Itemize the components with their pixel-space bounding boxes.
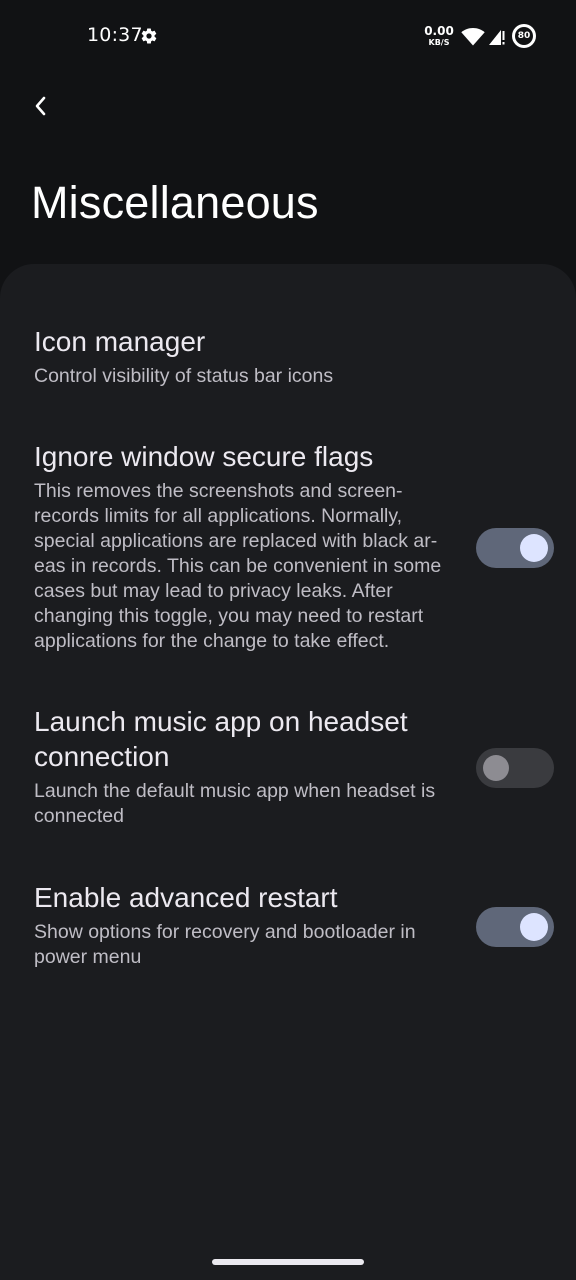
network-speed-indicator: 0.00 KB/S bbox=[422, 25, 456, 47]
status-time: 10:37 bbox=[87, 24, 143, 46]
setting-ignore-window-secure-flags[interactable]: Ignore window secure flags This removes … bbox=[34, 439, 544, 654]
launch-music-app-toggle[interactable] bbox=[476, 748, 554, 788]
toggle-thumb bbox=[520, 913, 548, 941]
battery-level: 80 bbox=[515, 27, 533, 45]
setting-title: Ignore window secure flags bbox=[34, 441, 374, 472]
setting-summary: Control visibility of status bar icons bbox=[34, 365, 334, 387]
gesture-nav-handle[interactable] bbox=[212, 1259, 364, 1265]
wifi-icon bbox=[461, 28, 485, 46]
setting-enable-advanced-restart[interactable]: Enable advanced restart Show options for… bbox=[34, 880, 544, 970]
cellular-signal-icon bbox=[489, 30, 505, 45]
setting-summary: Show options for recovery and bootloader… bbox=[34, 921, 416, 968]
page-title: Miscellaneous bbox=[31, 177, 319, 228]
toggle-thumb bbox=[520, 534, 548, 562]
toggle-thumb bbox=[483, 755, 509, 781]
back-button[interactable] bbox=[22, 88, 58, 124]
setting-title: Enable advanced restart bbox=[34, 882, 338, 913]
setting-summary: Launch the default music app when headse… bbox=[34, 780, 436, 827]
gear-icon bbox=[141, 28, 157, 44]
status-bar: 10:37 0.00 KB/S 80 bbox=[0, 0, 576, 72]
network-speed-unit: KB/S bbox=[428, 38, 450, 47]
ignore-secure-flags-toggle[interactable] bbox=[476, 528, 554, 568]
setting-icon-manager[interactable]: Icon manager Control visibility of statu… bbox=[34, 324, 544, 389]
setting-launch-music-app[interactable]: Launch music app on headset connection L… bbox=[34, 704, 544, 829]
setting-title: Launch music app on headset connection bbox=[34, 706, 408, 772]
advanced-restart-toggle[interactable] bbox=[476, 907, 554, 947]
network-speed-value: 0.00 bbox=[424, 24, 454, 38]
battery-icon: 80 bbox=[512, 24, 536, 48]
setting-title: Icon manager bbox=[34, 326, 206, 357]
setting-summary: This removes the screenshots and screen-… bbox=[34, 480, 442, 652]
chevron-left-icon bbox=[35, 96, 46, 116]
